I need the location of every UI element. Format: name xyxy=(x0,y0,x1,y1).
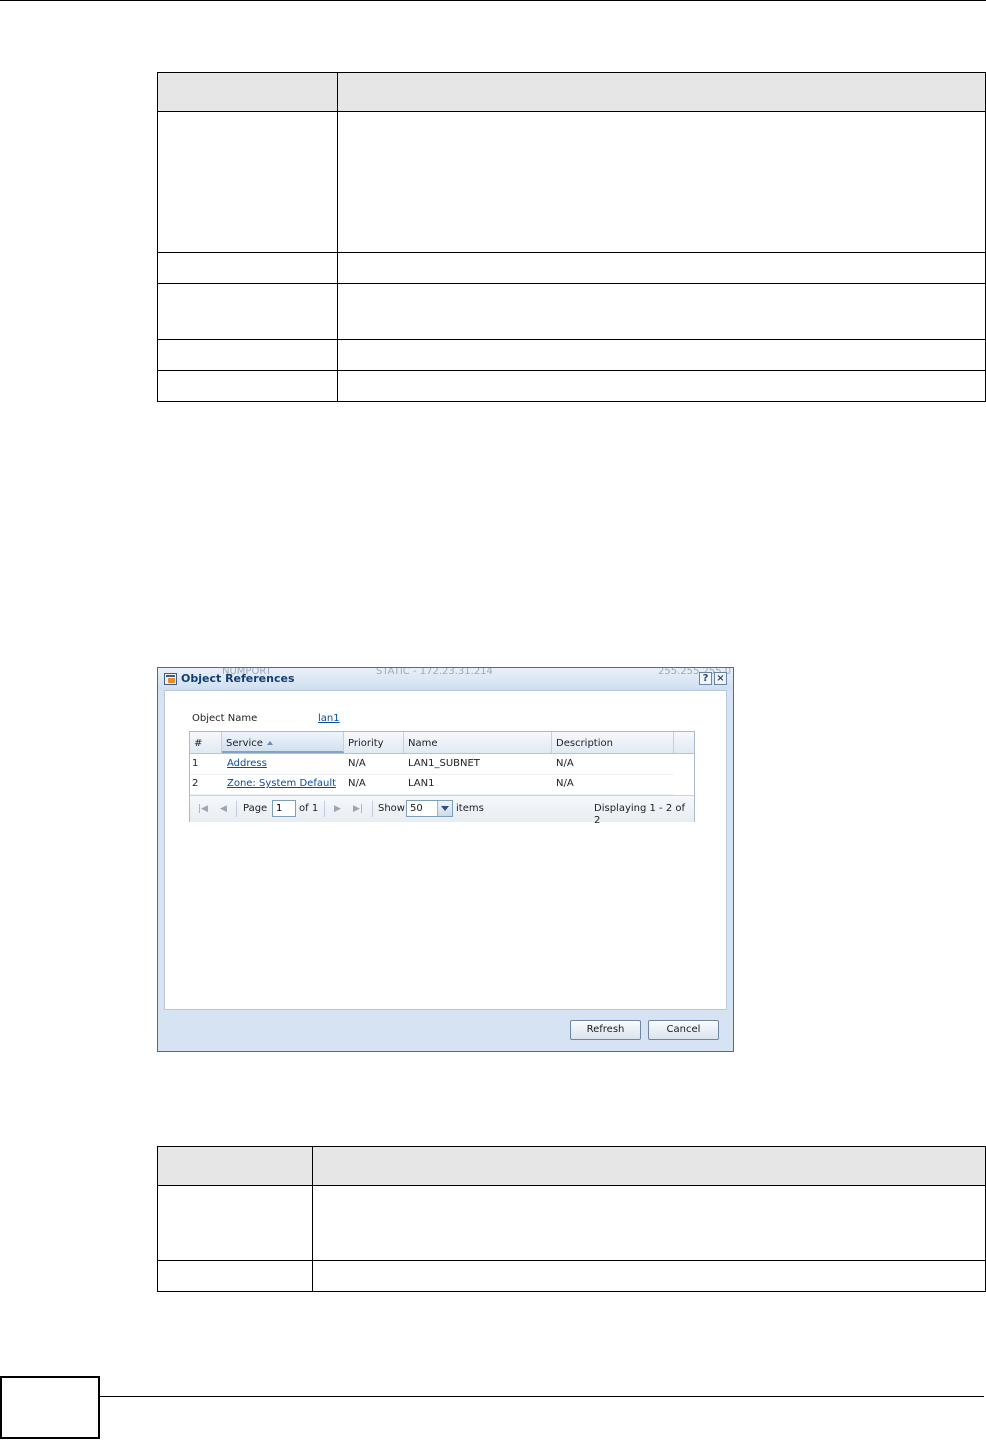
table2-cell xyxy=(157,1185,313,1261)
row-number: 2 xyxy=(192,778,199,789)
object-name-link[interactable]: lan1 xyxy=(318,713,340,724)
top-rule xyxy=(0,0,986,1)
service-link[interactable]: Zone: System Default xyxy=(227,774,336,794)
items-per-page-select[interactable]: 50 xyxy=(406,800,453,817)
table2-cell xyxy=(312,1260,986,1292)
object-references-icon xyxy=(164,673,177,685)
column-header-description[interactable]: Description xyxy=(552,732,674,753)
table1-cell xyxy=(337,339,986,371)
last-page-icon[interactable]: ▶| xyxy=(353,803,363,815)
footer-rule xyxy=(100,1396,984,1397)
items-label: items xyxy=(456,803,484,814)
pagination-toolbar: |◀ ◀ Page of 1 ▶ ▶| Show 50 items Displa… xyxy=(190,795,694,826)
dialog-body: Object Name lan1 # Service Priority Name… xyxy=(164,690,727,1010)
cancel-button[interactable]: Cancel xyxy=(648,1020,719,1040)
table1-cell xyxy=(337,111,986,253)
table1-cell xyxy=(157,283,338,340)
dialog-titlebar[interactable]: NUMPORT STATIC - 172.23.31.214 255.255.2… xyxy=(158,668,733,690)
table1-cell xyxy=(157,111,338,253)
table2-header-cell xyxy=(312,1146,986,1186)
table-row[interactable]: 1 Address N/A LAN1_SUBNET N/A xyxy=(190,754,674,775)
pager-separator xyxy=(236,801,237,817)
grid-header: # Service Priority Name Description xyxy=(190,732,694,754)
table1-header-cell xyxy=(157,72,338,112)
service-link[interactable]: Address xyxy=(227,754,267,774)
pager-separator xyxy=(324,801,325,817)
row-description: N/A xyxy=(556,778,574,789)
table2-cell xyxy=(157,1260,313,1292)
column-header-service[interactable]: Service xyxy=(222,732,344,753)
show-label: Show xyxy=(378,803,405,814)
table-row[interactable]: 2 Zone: System Default N/A LAN1 N/A xyxy=(190,774,674,795)
column-header-number[interactable]: # xyxy=(190,732,222,753)
row-priority: N/A xyxy=(348,758,366,769)
table1-cell xyxy=(337,252,986,284)
dialog-title: Object References xyxy=(181,672,295,685)
next-page-icon[interactable]: ▶ xyxy=(334,803,341,815)
page-number-input[interactable] xyxy=(272,800,296,817)
chevron-down-icon[interactable] xyxy=(437,801,452,816)
label-description-table-2 xyxy=(157,1146,986,1292)
page-count-label: of 1 xyxy=(299,803,319,814)
label-description-table-1 xyxy=(157,72,986,402)
pager-separator xyxy=(372,801,373,817)
table1-cell xyxy=(157,370,338,402)
row-description: N/A xyxy=(556,758,574,769)
row-priority: N/A xyxy=(348,778,366,789)
table1-cell xyxy=(337,370,986,402)
first-page-icon[interactable]: |◀ xyxy=(198,803,208,815)
table2-cell xyxy=(312,1185,986,1261)
references-grid: # Service Priority Name Description 1 Ad… xyxy=(189,731,695,826)
object-references-dialog: NUMPORT STATIC - 172.23.31.214 255.255.2… xyxy=(157,667,734,1052)
page-label: Page xyxy=(243,803,268,814)
column-header-priority[interactable]: Priority xyxy=(344,732,404,753)
page-number-box xyxy=(0,1376,100,1439)
sort-ascending-icon xyxy=(266,741,273,745)
column-header-name[interactable]: Name xyxy=(404,732,552,753)
close-icon[interactable]: × xyxy=(714,672,727,685)
table1-cell xyxy=(157,252,338,284)
previous-page-icon[interactable]: ◀ xyxy=(220,803,227,815)
row-name: LAN1_SUBNET xyxy=(408,758,480,769)
refresh-button[interactable]: Refresh xyxy=(570,1020,641,1040)
items-per-page-value: 50 xyxy=(410,803,423,814)
ghost-text-middle: STATIC - 172.23.31.214 xyxy=(376,668,493,677)
object-name-label: Object Name xyxy=(192,713,258,724)
help-icon[interactable]: ? xyxy=(699,672,712,685)
row-number: 1 xyxy=(192,758,199,769)
row-name: LAN1 xyxy=(408,778,435,789)
table2-header-cell xyxy=(157,1146,313,1186)
displaying-status: Displaying 1 - 2 of 2 xyxy=(594,803,686,826)
table1-cell xyxy=(157,339,338,371)
table1-header-cell xyxy=(337,72,986,112)
table1-cell xyxy=(337,283,986,340)
